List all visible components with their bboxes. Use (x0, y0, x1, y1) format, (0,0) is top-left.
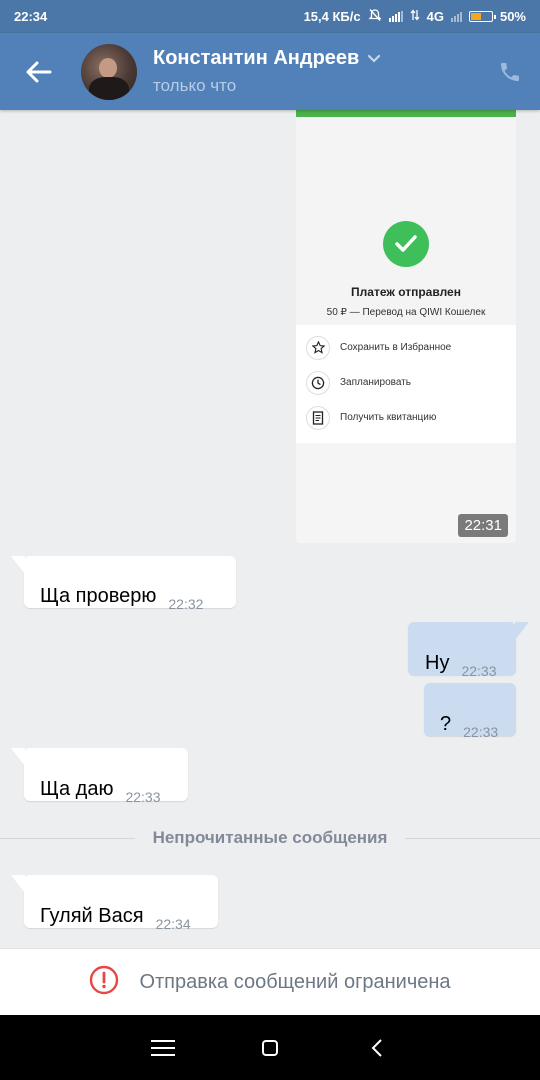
bubble-tail (11, 875, 25, 893)
message-time: 22:33 (461, 663, 497, 679)
system-nav-bar (0, 1015, 540, 1080)
message-time: 22:33 (125, 789, 161, 805)
message-text: Ща даю (40, 778, 114, 800)
menu-icon (151, 1039, 176, 1056)
payment-action-label: Получить квитанцию (340, 412, 437, 423)
status-bar: 22:34 15,4 КБ/с 4G 50% (0, 0, 540, 33)
photo-time: 22:31 (458, 514, 508, 537)
mute-icon (368, 8, 382, 25)
avatar[interactable] (81, 43, 137, 100)
contact-info[interactable]: Константин Андреев только что (153, 47, 480, 96)
clock-icon (306, 370, 330, 395)
menu-button[interactable] (143, 1028, 183, 1068)
message-text: Ну (425, 652, 450, 674)
payment-subtitle: 50 ₽ — Перевод на QIWI Кошелек (326, 307, 486, 318)
messaging-restricted-bar: Отправка сообщений ограничена (0, 948, 540, 1015)
message-text: Гуляй Вася (40, 905, 144, 927)
status-time: 22:34 (14, 9, 48, 24)
payment-actions: Сохранить в Избранное Запланировать Полу… (296, 325, 516, 443)
signal-icon (388, 11, 403, 22)
arrow-left-icon (26, 61, 52, 82)
divider-line (405, 837, 540, 839)
divider-line (0, 837, 135, 839)
bubble-tail (11, 748, 25, 766)
signal-icon-2 (450, 11, 462, 22)
system-back-button[interactable] (357, 1028, 397, 1068)
payment-result: Платеж отправлен 50 ₽ — Перевод на QIWI … (296, 117, 516, 325)
message-time: 22:33 (463, 724, 499, 740)
payment-action-label: Запланировать (340, 377, 411, 388)
payment-action: Запланировать (296, 365, 516, 400)
message-incoming[interactable]: Ща проверю 22:32 (11, 556, 236, 612)
phone-icon (501, 62, 519, 81)
bubble-tail (515, 622, 529, 640)
restriction-text: Отправка сообщений ограничена (139, 970, 451, 993)
message-list[interactable]: Платеж отправлен 50 ₽ — Перевод на QIWI … (0, 110, 540, 948)
network-type: 4G (426, 9, 444, 24)
payment-action: Получить квитанцию (296, 400, 516, 435)
message-text: Ща проверю (40, 585, 157, 607)
battery-fill (470, 13, 481, 20)
screenshot-status-strip (296, 110, 516, 117)
bubble-tail (11, 556, 25, 574)
unread-divider-label: Непрочитанные сообщения (152, 828, 388, 847)
message-outgoing[interactable]: ? 22:33 (424, 683, 516, 740)
unread-divider: Непрочитанные сообщения (0, 826, 540, 850)
message-incoming[interactable]: Гуляй Вася 22:34 (11, 875, 218, 932)
back-button[interactable] (0, 33, 78, 110)
network-speed: 15,4 КБ/с (303, 9, 361, 24)
message-time: 22:34 (155, 916, 191, 932)
checkmark-icon (383, 221, 429, 267)
receipt-icon (306, 405, 330, 430)
chevron-down-icon (368, 54, 381, 63)
message-time: 22:32 (168, 596, 204, 612)
chevron-left-icon (371, 1038, 382, 1057)
chat-header: Константин Андреев только что (0, 33, 540, 110)
payment-action-label: Сохранить в Избранное (340, 342, 452, 353)
contact-name: Константин Андреев (153, 47, 360, 69)
call-button[interactable] (480, 33, 540, 110)
home-button[interactable] (250, 1028, 290, 1068)
photo-attachment[interactable]: Платеж отправлен 50 ₽ — Перевод на QIWI … (296, 110, 516, 543)
message-text: ? (440, 713, 452, 735)
payment-title: Платеж отправлен (351, 285, 461, 299)
alert-circle-icon (89, 965, 119, 1000)
battery-icon (468, 11, 496, 22)
message-incoming[interactable]: Ща даю 22:33 (11, 748, 188, 805)
contact-status: только что (153, 76, 237, 95)
home-square-icon (261, 1039, 278, 1056)
data-arrows-icon (410, 9, 420, 24)
battery-percent: 50% (499, 9, 526, 24)
payment-action: Сохранить в Избранное (296, 330, 516, 365)
star-icon (306, 335, 330, 360)
message-outgoing[interactable]: Ну 22:33 (408, 622, 529, 679)
